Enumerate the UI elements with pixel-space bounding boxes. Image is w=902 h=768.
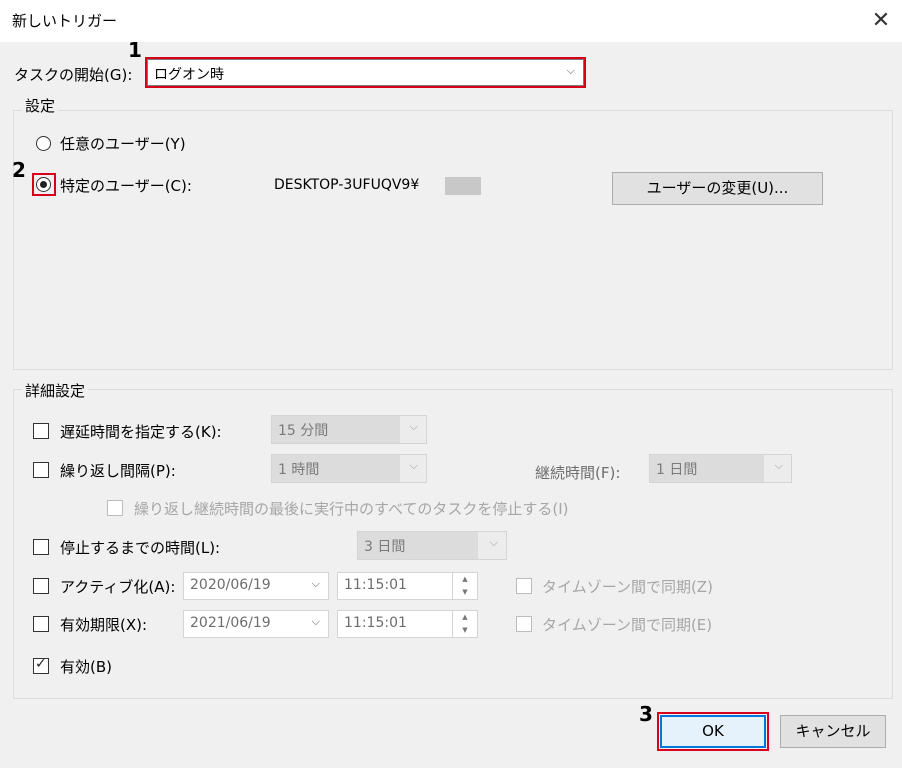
delay-value: 15 分間 xyxy=(278,423,329,439)
title-bar xyxy=(0,0,902,42)
activate-sync-label: タイムゾーン間で同期(Z) xyxy=(542,578,713,596)
activate-time-value: 11:15:01 xyxy=(344,577,407,593)
annotation-2: 2 xyxy=(12,158,26,182)
duration-value: 1 日間 xyxy=(656,462,698,478)
spinner-icon[interactable]: ▲ ▼ xyxy=(452,611,477,637)
repeat-dropdown[interactable]: 1 時間 ⌵ xyxy=(271,454,427,483)
expire-date-picker[interactable]: 2021/06/19 ⌵ xyxy=(183,610,329,638)
enabled-checkbox[interactable]: ✓ xyxy=(33,656,49,674)
expire-sync-label: タイムゾーン間で同期(E) xyxy=(542,616,713,634)
activate-label[interactable]: アクティブ化(A): xyxy=(60,576,175,597)
stop-after-label[interactable]: 停止するまでの時間(L): xyxy=(60,537,220,558)
delay-checkbox[interactable] xyxy=(33,423,49,439)
user-value: DESKTOP-3UFUQV9¥ xyxy=(274,177,420,193)
highlight-box-1 xyxy=(145,57,586,88)
expire-checkbox[interactable] xyxy=(33,616,49,632)
redacted-username xyxy=(445,177,481,195)
annotation-1: 1 xyxy=(128,38,142,62)
cancel-button[interactable]: キャンセル xyxy=(780,715,886,748)
repeat-checkbox[interactable] xyxy=(33,462,49,478)
settings-group-title: 設定 xyxy=(22,95,59,116)
spinner-icon[interactable]: ▲ ▼ xyxy=(452,573,477,599)
stop-after-dropdown[interactable]: 3 日間 ⌵ xyxy=(357,531,507,560)
window-title: 新しいトリガー xyxy=(12,12,118,30)
highlight-box-3 xyxy=(657,712,769,751)
any-user-label[interactable]: 任意のユーザー(Y) xyxy=(60,133,186,154)
expire-label[interactable]: 有効期限(X): xyxy=(60,614,147,635)
chevron-down-icon: ⌵ xyxy=(409,420,418,433)
chevron-down-icon: ⌵ xyxy=(409,459,418,472)
chevron-down-icon: ⌵ xyxy=(489,536,498,549)
delay-label[interactable]: 遅延時間を指定する(K): xyxy=(60,421,222,442)
chevron-down-icon: ⌵ xyxy=(311,577,320,590)
any-user-radio[interactable] xyxy=(36,136,51,151)
delay-dropdown[interactable]: 15 分間 ⌵ xyxy=(271,415,427,444)
specific-user-label[interactable]: 特定のユーザー(C): xyxy=(60,175,192,196)
duration-label: 継続時間(F): xyxy=(535,464,621,482)
expire-time-field[interactable]: 11:15:01 ▲ ▼ xyxy=(337,610,478,638)
repeat-label[interactable]: 繰り返し間隔(P): xyxy=(60,460,176,481)
expire-date-value: 2021/06/19 xyxy=(190,615,271,631)
activate-time-field[interactable]: 11:15:01 ▲ ▼ xyxy=(337,572,478,600)
stop-after-value: 3 日間 xyxy=(364,539,406,555)
expire-sync-checkbox[interactable] xyxy=(516,616,532,632)
activate-date-value: 2020/06/19 xyxy=(190,577,271,593)
duration-dropdown[interactable]: 1 日間 ⌵ xyxy=(649,454,792,483)
highlight-box-2 xyxy=(32,173,56,196)
enabled-label[interactable]: 有効(B) xyxy=(60,656,112,677)
activate-checkbox[interactable] xyxy=(33,578,49,594)
close-icon[interactable]: ✕ xyxy=(866,6,896,36)
expire-time-value: 11:15:01 xyxy=(344,615,407,631)
activate-sync-checkbox[interactable] xyxy=(516,578,532,594)
advanced-group-title: 詳細設定 xyxy=(22,380,89,401)
stop-after-checkbox[interactable] xyxy=(33,539,49,555)
activate-date-picker[interactable]: 2020/06/19 ⌵ xyxy=(183,572,329,600)
checkmark-icon: ✓ xyxy=(35,656,47,672)
begin-task-label: タスクの開始(G): xyxy=(14,66,133,84)
annotation-3: 3 xyxy=(639,702,653,726)
stop-all-label: 繰り返し継続時間の最後に実行中のすべてのタスクを停止する(I) xyxy=(134,500,569,518)
stop-all-checkbox[interactable] xyxy=(107,500,123,516)
change-user-button[interactable]: ユーザーの変更(U)... xyxy=(612,172,823,205)
chevron-down-icon: ⌵ xyxy=(774,459,783,472)
chevron-down-icon: ⌵ xyxy=(311,615,320,628)
repeat-value: 1 時間 xyxy=(278,462,320,478)
